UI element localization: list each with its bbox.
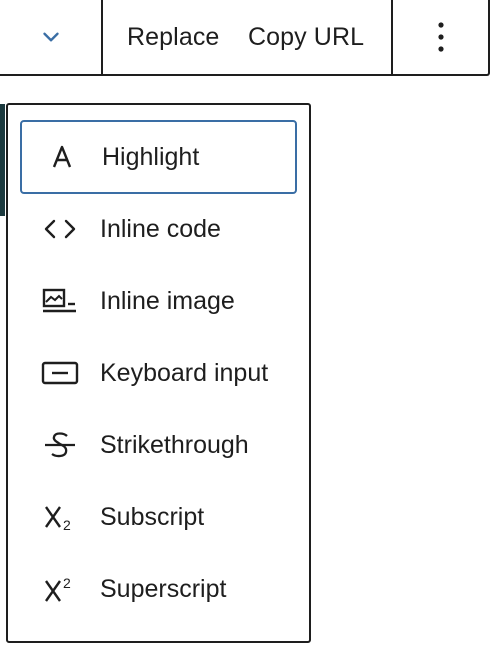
options-button[interactable] (394, 0, 488, 74)
toolbar-divider (101, 0, 103, 74)
image-icon (36, 277, 84, 325)
keyboard-icon (36, 349, 84, 397)
more-formats-toggle[interactable] (0, 0, 102, 74)
menu-item-highlight[interactable]: Highlight (20, 120, 297, 194)
svg-text:2: 2 (63, 517, 71, 533)
menu-item-label: Inline image (100, 286, 235, 315)
menu-item-label: Highlight (102, 142, 200, 171)
subscript-icon: 2 (36, 493, 84, 541)
menu-item-label: Keyboard input (100, 358, 269, 387)
toolbar-divider (391, 0, 393, 74)
replace-button[interactable]: Replace (127, 0, 219, 74)
block-toolbar: Replace Copy URL (0, 0, 490, 76)
menu-item-strikethrough[interactable]: Strikethrough (20, 408, 297, 482)
highlight-icon (38, 133, 86, 181)
menu-item-label: Inline code (100, 214, 221, 243)
copy-url-button[interactable]: Copy URL (248, 0, 364, 74)
underlying-block-edge (0, 104, 5, 216)
code-icon (36, 205, 84, 253)
menu-item-label: Subscript (100, 502, 205, 531)
svg-text:2: 2 (63, 575, 71, 591)
strikethrough-icon (36, 421, 84, 469)
menu-item-superscript[interactable]: 2 Superscript (20, 552, 297, 626)
more-vertical-icon (438, 22, 444, 52)
menu-item-label: Strikethrough (100, 430, 249, 459)
menu-item-keyboard-input[interactable]: Keyboard input (20, 336, 297, 410)
format-dropdown-menu: Highlight Inline code Inline image Keybo… (6, 103, 311, 643)
menu-item-subscript[interactable]: 2 Subscript (20, 480, 297, 554)
menu-item-inline-image[interactable]: Inline image (20, 264, 297, 338)
chevron-down-icon (43, 32, 59, 42)
menu-item-label: Superscript (100, 574, 227, 603)
menu-item-inline-code[interactable]: Inline code (20, 192, 297, 266)
superscript-icon: 2 (36, 565, 84, 613)
